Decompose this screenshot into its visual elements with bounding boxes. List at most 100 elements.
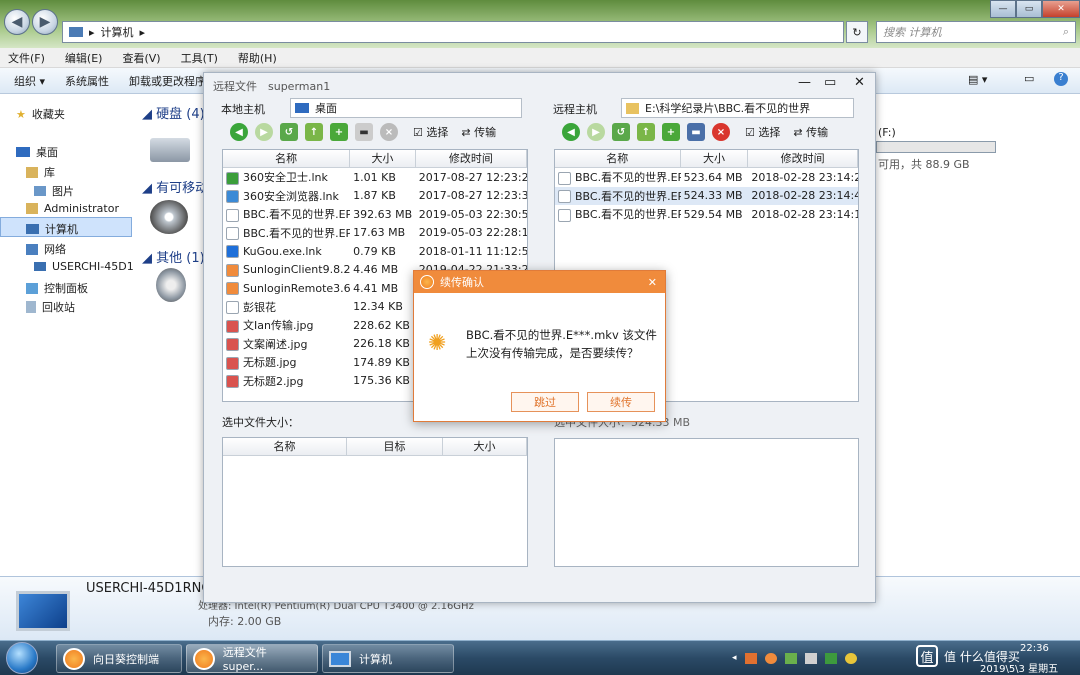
start-button[interactable] [6, 642, 38, 674]
file-size: 174.89 KB [353, 355, 410, 369]
disk-icon[interactable]: ▬ [355, 123, 373, 141]
skip-button[interactable]: 跳过 [511, 392, 579, 412]
webcam-icon[interactable] [156, 268, 186, 302]
hard-drive-icon[interactable] [150, 138, 190, 162]
remote-close-button[interactable]: ✕ [854, 75, 865, 90]
nav-favorites[interactable]: ★ 收藏夹 [16, 106, 65, 122]
menu-tools[interactable]: 工具(T) [181, 50, 218, 66]
refresh-icon[interactable]: ↺ [612, 123, 630, 141]
taskbar-item-sunlogin[interactable]: 向日葵控制端 [56, 644, 182, 673]
menu-bar: 文件(F) 编辑(E) 查看(V) 工具(T) 帮助(H) [0, 48, 1080, 68]
dvd-drive-icon[interactable] [150, 200, 188, 234]
help-icon[interactable]: ? [1054, 72, 1068, 86]
file-icon [226, 301, 239, 315]
queue-col-size[interactable]: 大小 [443, 438, 527, 455]
file-row[interactable]: BBC.看不见的世界.EP3.529.54 MB 2018-02-28 23:14… [555, 205, 858, 224]
clock-date[interactable]: 2019\5\3 星期五 [980, 660, 1058, 675]
menu-view[interactable]: 查看(V) [122, 50, 160, 66]
file-row[interactable]: BBC.看不见的世界.EP1.523.64 MB 2018-02-28 23:14… [555, 168, 858, 187]
col-mtime[interactable]: 修改时间 [416, 150, 527, 167]
delete-icon[interactable]: × [380, 123, 398, 141]
nav-network[interactable]: 网络 [26, 241, 66, 257]
queue-col-name[interactable]: 名称 [223, 438, 347, 455]
col-size[interactable]: 大小 [681, 150, 749, 167]
navigation-pane: ★ 收藏夹 桌面 库 图片 Administrator [0, 94, 134, 576]
parent-folder-icon[interactable]: ↑ [637, 123, 655, 141]
nav-desktop[interactable]: 桌面 [16, 144, 58, 160]
back-icon[interactable]: ◀ [562, 123, 580, 141]
menu-edit[interactable]: 编辑(E) [65, 50, 103, 66]
refresh-icon[interactable]: ↻ [846, 21, 868, 43]
nav-control-panel[interactable]: 控制面板 [26, 280, 88, 296]
file-icon [226, 319, 239, 333]
nav-recycle[interactable]: 回收站 [26, 299, 75, 315]
queue-col-target[interactable]: 目标 [347, 438, 443, 455]
file-size: 17.63 MB [353, 226, 406, 240]
menu-file[interactable]: 文件(F) [8, 50, 45, 66]
parent-folder-icon[interactable]: ↑ [305, 123, 323, 141]
back-icon[interactable]: ◀ [230, 123, 248, 141]
nav-pictures[interactable]: 图片 [34, 183, 74, 199]
back-icon[interactable]: ◀ [4, 9, 30, 35]
file-row[interactable]: BBC.看不见的世界.EP2.17.63 MB 2019-05-03 22:28:… [223, 224, 527, 243]
organize-button[interactable]: 组织 ▾ [14, 73, 45, 89]
dialog-close-icon[interactable]: ✕ [648, 276, 657, 289]
local-transfer-button[interactable]: ⇄ 传输 [461, 124, 496, 140]
dialog-titlebar: 续传确认 ✕ [414, 271, 665, 293]
col-mtime[interactable]: 修改时间 [748, 150, 858, 167]
taskbar-item-remote-files[interactable]: 远程文件 super... [186, 644, 318, 673]
col-name[interactable]: 名称 [555, 150, 681, 167]
file-row[interactable]: KuGou.exe.lnk 0.79 KB 2018-01-11 11:12:53 [223, 242, 527, 261]
maximize-button[interactable]: ▭ [1016, 0, 1042, 18]
file-name: BBC.看不见的世界.EP1. [575, 171, 681, 185]
file-row[interactable]: 360安全浏览器.lnk 1.87 KB 2017-08-27 12:23:31 [223, 187, 527, 206]
file-row[interactable]: BBC.看不见的世界.EP2.524.33 MB 2018-02-28 23:14… [555, 186, 858, 205]
uninstall-button[interactable]: 卸载或更改程序 [129, 73, 206, 89]
file-icon [558, 208, 571, 222]
nav-computer[interactable]: 计算机 [26, 221, 78, 237]
group-removable[interactable]: ◢ 有可移动 [142, 177, 208, 196]
file-row[interactable]: 360安全卫士.lnk 1.01 KB 2017-08-27 12:23:25 [223, 168, 527, 187]
nav-host[interactable]: USERCHI-45D1R [34, 260, 141, 273]
taskbar-item-computer[interactable]: 计算机 [322, 644, 454, 673]
address-crumb[interactable]: 计算机 [101, 24, 134, 40]
search-input[interactable]: 搜索 计算机 ⌕ [876, 21, 1076, 43]
view-options-icon[interactable]: ▤ ▾ [968, 73, 987, 86]
tray-icons[interactable]: ◂ [732, 653, 857, 664]
file-size: 12.34 KB [353, 300, 403, 314]
remote-maximize-button[interactable]: ▭ [824, 75, 836, 90]
forward-icon[interactable]: ▶ [32, 9, 58, 35]
menu-help[interactable]: 帮助(H) [238, 50, 277, 66]
col-name[interactable]: 名称 [223, 150, 351, 167]
disk-icon[interactable]: ▬ [687, 123, 705, 141]
address-bar[interactable]: ▸ 计算机 ▸ [62, 21, 844, 43]
nav-admin[interactable]: Administrator [26, 202, 119, 215]
nav-library[interactable]: 库 [26, 164, 55, 180]
file-size: 175.36 KB [353, 374, 410, 388]
group-hdd[interactable]: ◢ 硬盘 (4) [142, 103, 205, 122]
system-properties-button[interactable]: 系统属性 [65, 73, 109, 89]
clock-time[interactable]: 22:36 [1020, 643, 1049, 654]
remote-path-combo[interactable]: E:\科学纪录片\BBC.看不见的世界 [621, 98, 854, 118]
file-icon [226, 227, 239, 241]
forward-icon[interactable]: ▶ [255, 123, 273, 141]
group-other[interactable]: ◢ 其他 (1) [142, 247, 205, 266]
refresh-icon[interactable]: ↺ [280, 123, 298, 141]
minimize-button[interactable]: — [990, 0, 1016, 18]
delete-icon[interactable]: × [712, 123, 730, 141]
close-button[interactable]: ✕ [1042, 0, 1080, 18]
file-row[interactable]: BBC.看不见的世界.EP1.392.63 MB 2019-05-03 22:30… [223, 205, 527, 224]
new-folder-icon[interactable]: + [330, 123, 348, 141]
col-size[interactable]: 大小 [350, 150, 416, 167]
resume-button[interactable]: 续传 [587, 392, 655, 412]
new-folder-icon[interactable]: + [662, 123, 680, 141]
forward-icon[interactable]: ▶ [587, 123, 605, 141]
remote-minimize-button[interactable]: — [798, 75, 811, 90]
file-name: 无标题.jpg [243, 356, 297, 370]
file-name: KuGou.exe.lnk [243, 244, 322, 258]
remote-transfer-button[interactable]: ⇄ 传输 [793, 124, 828, 140]
local-path-combo[interactable]: 桌面 [290, 98, 522, 118]
remote-select-button[interactable]: ☑ 选择 [745, 124, 780, 140]
preview-pane-icon[interactable]: ▭ [1024, 72, 1034, 85]
local-select-button[interactable]: ☑ 选择 [413, 124, 448, 140]
